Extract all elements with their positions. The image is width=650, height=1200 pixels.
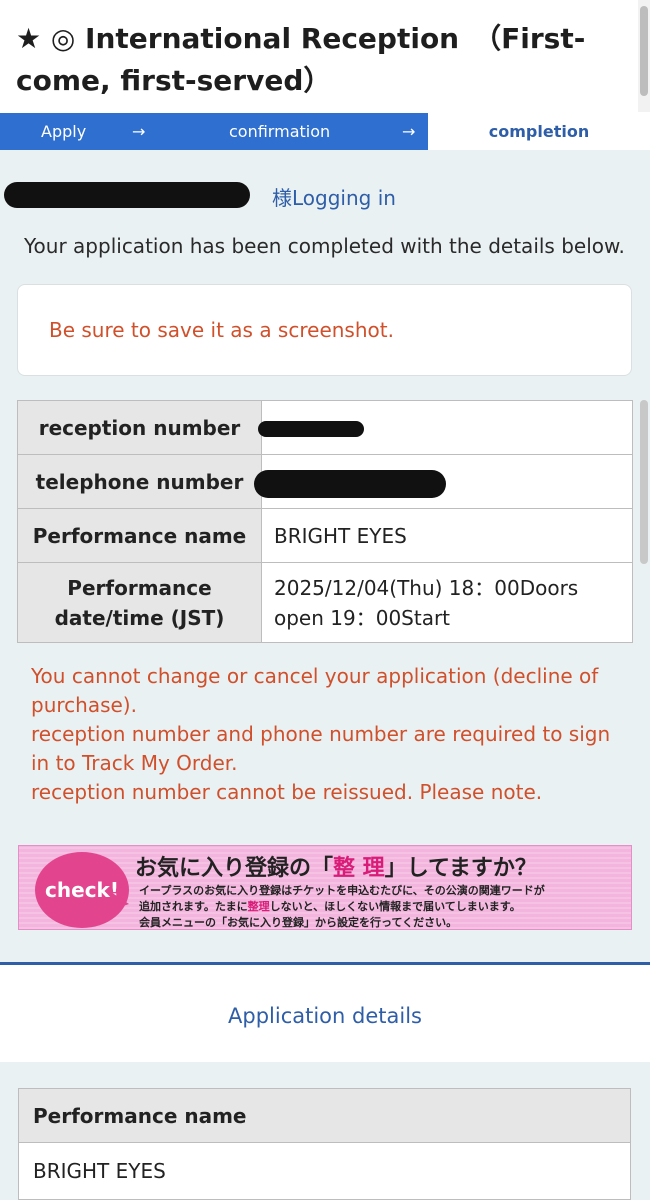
step-arrow-2: → <box>402 122 416 141</box>
warning-no-reissue: reception number cannot be reissued. Ple… <box>31 780 543 804</box>
banner-line-2-end: しないと、ほしくない情報まで届いてしまいます。 <box>269 900 521 913</box>
favorites-banner[interactable]: check! お気に入り登録の「整 理」してますか？ イープラスのお気に入り登録… <box>18 845 632 930</box>
reception-number-label: reception number <box>17 400 262 455</box>
banner-line-2-highlight: 整理 <box>247 900 270 913</box>
details-performance-name-value: BRIGHT EYES <box>18 1143 631 1200</box>
page-scrollbar[interactable] <box>638 0 650 112</box>
table-row: Performance name BRIGHT EYES <box>17 508 633 563</box>
banner-title-end: 」してますか？ <box>384 856 537 881</box>
speech-bubble-tail <box>111 892 129 910</box>
screenshot-notice-text: Be sure to save it as a screenshot. <box>49 318 394 342</box>
performance-name-value: BRIGHT EYES <box>261 508 633 563</box>
banner-line-2-start: 追加されます。たまに <box>139 900 248 913</box>
redacted-telephone-number <box>254 470 446 498</box>
banner-title-start: お気に入り登録の「 <box>135 856 334 881</box>
banner-line-2: 追加されます。たまに整理しないと、ほしくない情報まで届いてしまいます。 <box>139 898 521 914</box>
details-performance-name-label: Performance name <box>18 1088 631 1143</box>
step-confirmation: confirmation <box>229 122 331 141</box>
table-scrollbar[interactable] <box>640 400 648 564</box>
step-completion: completion <box>428 113 650 150</box>
application-warnings: You cannot change or cancel your applica… <box>31 662 621 807</box>
completion-message: Your application has been completed with… <box>24 234 625 258</box>
warning-no-cancel: You cannot change or cancel your applica… <box>31 664 599 717</box>
banner-line-1: イープラスのお気に入り登録はチケットを申込むたびに、その公演の関連ワードが <box>139 884 545 897</box>
page-title: ★ ◎ International Reception （First-come,… <box>16 22 586 97</box>
table-row: Performance date/time (JST) 2025/12/04(T… <box>17 562 633 643</box>
banner-line-3: 会員メニューの「お気に入り登録」から設定を行ってください。 <box>139 916 458 929</box>
performance-name-label: Performance name <box>17 508 262 563</box>
banner-title-highlight: 整 理 <box>333 856 385 881</box>
login-status: 様Logging in <box>272 186 396 210</box>
page-scrollbar-thumb[interactable] <box>640 6 648 96</box>
step-arrow-1: → <box>132 122 146 141</box>
banner-title: お気に入り登録の「整 理」してますか？ <box>135 850 537 882</box>
performance-datetime-label: Performance date/time (JST) <box>17 562 262 643</box>
screenshot-notice-box: Be sure to save it as a screenshot. <box>17 284 632 376</box>
redacted-reception-number <box>258 421 364 437</box>
steps-completed-segment: Apply → confirmation → <box>0 113 428 150</box>
step-apply: Apply <box>41 122 87 141</box>
application-details-heading: Application details <box>228 1004 422 1028</box>
page-header: ★ ◎ International Reception （First-come,… <box>0 0 650 112</box>
warning-sign-in-requirement: reception number and phone number are re… <box>31 722 611 775</box>
check-badge-icon: check! <box>35 852 129 928</box>
redacted-user-name <box>4 182 250 208</box>
telephone-number-label: telephone number <box>17 454 262 509</box>
progress-steps: Apply → confirmation → completion <box>0 113 650 150</box>
performance-datetime-value: 2025/12/04(Thu) 18：00Doors open 19：00Sta… <box>261 562 633 643</box>
